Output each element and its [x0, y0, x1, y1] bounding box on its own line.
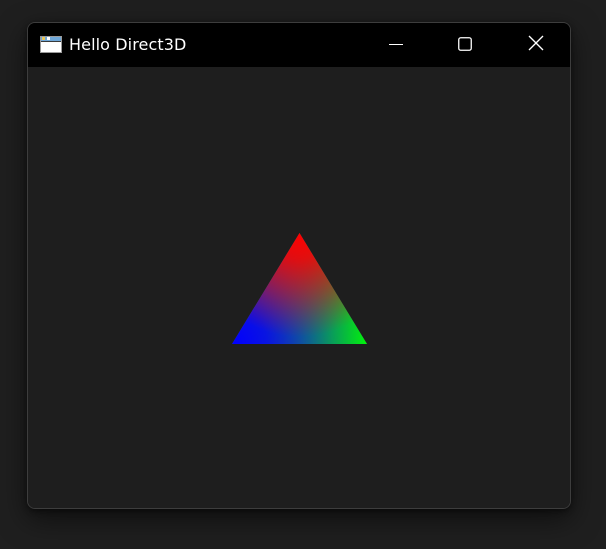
desktop-background: Hello Direct3D: [0, 0, 606, 549]
title-bar[interactable]: Hello Direct3D: [28, 23, 570, 67]
close-icon: [528, 35, 544, 55]
minimize-icon: [389, 36, 403, 55]
maximize-icon: [458, 36, 472, 55]
rendered-triangle: [232, 233, 367, 344]
close-button[interactable]: [513, 23, 559, 67]
render-viewport[interactable]: [28, 67, 570, 508]
maximize-button[interactable]: [442, 23, 488, 67]
app-window: Hello Direct3D: [27, 22, 571, 509]
minimize-button[interactable]: [373, 23, 419, 67]
app-window-icon: [40, 36, 62, 53]
window-title: Hello Direct3D: [69, 35, 187, 54]
